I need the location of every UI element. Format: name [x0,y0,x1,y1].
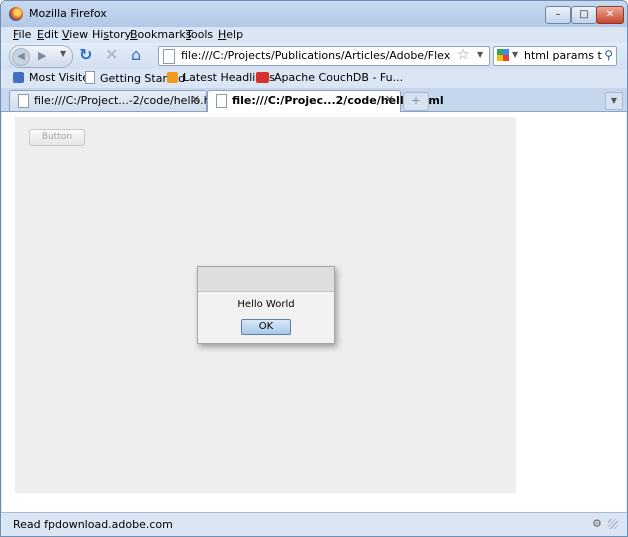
flex-application: Button Hello World OK [15,117,516,493]
bookmark-apache-couchdb[interactable]: Apache CouchDB - Fu... [256,71,403,84]
google-icon[interactable] [497,49,509,61]
rss-icon [167,72,178,83]
close-button[interactable]: ✕ [596,6,624,24]
navigation-toolbar: ◀ ▶ ▼ ↻ ✕ ⌂ file:///C:/Projects/Publicat… [1,43,627,69]
bookmark-most-visited[interactable]: Most Visited [13,71,96,84]
page-icon [163,49,175,64]
page-icon [18,94,29,108]
maximize-button[interactable]: □ [571,6,597,24]
address-bar[interactable]: file:///C:/Projects/Publications/Article… [158,46,490,66]
page-icon [216,94,227,108]
firefox-icon [9,7,23,21]
menu-file[interactable]: File [13,28,31,41]
bookmark-label: Apache CouchDB - Fu... [274,71,404,84]
alert-title-bar[interactable] [198,267,334,292]
minimize-button[interactable]: – [545,6,571,24]
history-dropdown-icon[interactable]: ▼ [60,49,66,58]
reload-icon[interactable]: ↻ [79,47,92,63]
close-tab-icon[interactable]: ✕ [385,93,394,106]
stop-icon[interactable]: ✕ [105,47,118,63]
back-forward-group: ◀ ▶ ▼ [9,45,73,68]
back-icon[interactable]: ◀ [12,48,30,66]
plugin-icon[interactable]: ⚙ [592,517,606,530]
list-all-tabs-icon[interactable]: ▼ [605,92,623,110]
window-title: Mozilla Firefox [29,7,107,20]
search-icon[interactable]: ⚲ [604,48,613,62]
alert-message: Hello World [237,299,295,310]
tab-2-active[interactable]: file:///C:/Projec...2/code/hello.html ✕ [207,90,444,112]
flex-button[interactable]: Button [29,129,85,146]
bookmarks-toolbar: Most Visited Getting Started Latest Head… [1,69,627,88]
search-bar[interactable]: ▼ html params to fla ⚲ [493,46,617,66]
tab-1[interactable]: file:///C:/Project...-2/code/hello.html … [9,90,229,111]
menu-view[interactable]: View [62,28,88,41]
page-icon [85,71,95,84]
search-input[interactable]: html params to fla [524,49,602,62]
menu-tools[interactable]: Tools [186,28,213,41]
close-tab-icon[interactable]: ✕ [191,93,200,106]
menu-help[interactable]: Help [218,28,243,41]
new-tab-button[interactable]: + [403,92,429,111]
menu-edit[interactable]: Edit [37,28,58,41]
resize-grip-icon[interactable] [608,519,618,529]
menu-history[interactable]: History [92,28,131,41]
status-bar: Read fpdownload.adobe.com ⚙ [1,512,627,536]
ok-button[interactable]: OK [241,319,291,335]
title-bar[interactable]: Mozilla Firefox – □ ✕ [1,1,627,27]
bookmark-star-icon[interactable]: ☆ [457,47,470,63]
forward-icon[interactable]: ▶ [38,49,46,62]
address-dropdown-icon[interactable]: ▼ [477,50,483,59]
tab-strip: file:///C:/Project...-2/code/hello.html … [1,88,627,112]
address-input[interactable]: file:///C:/Projects/Publications/Article… [181,49,451,62]
couchdb-icon [256,72,269,83]
menu-bookmarks[interactable]: Bookmarks [130,28,191,41]
home-icon[interactable]: ⌂ [131,47,141,63]
most-visited-icon [13,72,24,83]
search-engine-dropdown-icon[interactable]: ▼ [512,50,518,59]
alert-dialog: Hello World OK [197,266,335,344]
status-text: Read fpdownload.adobe.com [13,518,173,531]
browser-window: Mozilla Firefox – □ ✕ File Edit View His… [0,0,628,537]
menu-bar: File Edit View History Bookmarks Tools H… [1,27,627,43]
page-content: Button Hello World OK [2,112,626,512]
